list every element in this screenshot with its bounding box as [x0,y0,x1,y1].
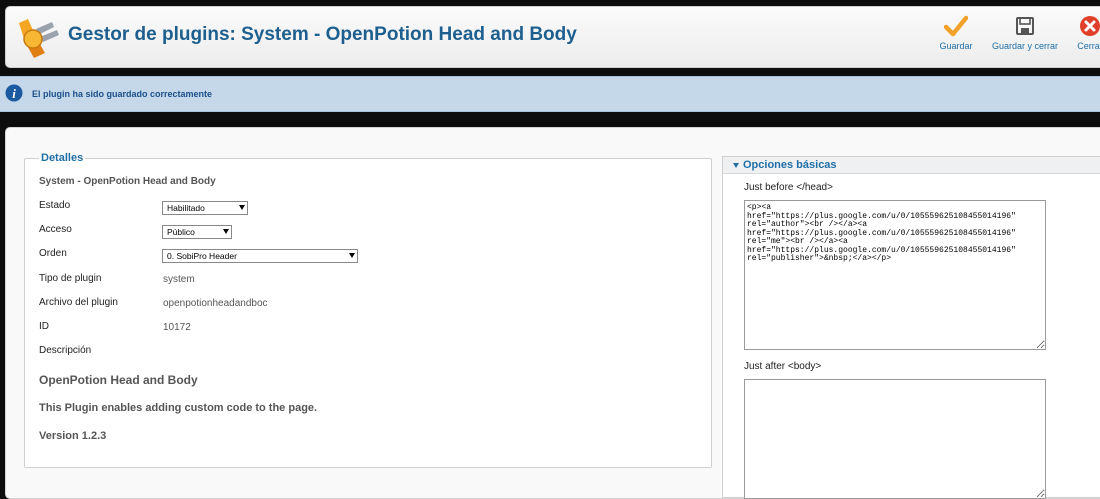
basic-options-toggle[interactable]: Opciones básicas [723,157,1100,174]
estado-select-value: Habilitado [167,203,205,213]
descripcion-label: Descripción [39,345,92,356]
estado-label: Estado [39,200,71,211]
details-panel: Detalles System - OpenPotion Head and Bo… [24,152,712,468]
message-text: El plugin ha sido guardado correctamente [32,89,213,99]
plugin-plug-icon [19,19,59,58]
info-icon: i [5,84,23,102]
main-content: Detalles System - OpenPotion Head and Bo… [5,127,1100,499]
acceso-label: Acceso [39,224,72,235]
estado-select[interactable]: Habilitado [162,201,248,215]
tipo-plugin-value: system [163,274,195,285]
save-button[interactable]: Guardar [934,15,978,51]
svg-text:i: i [12,86,16,101]
tipo-plugin-label: Tipo de plugin [39,273,102,284]
before-head-textarea[interactable]: <p><a href="https://plus.google.com/u/0/… [744,200,1046,350]
checkmark-icon [944,15,968,37]
save-disk-icon [1016,17,1034,35]
basic-options-panel: Opciones básicas Just before </head> <p>… [722,156,1100,499]
plugin-description: This Plugin enables adding custom code t… [39,402,318,414]
page-title: Gestor de plugins: System - OpenPotion H… [68,24,577,45]
close-button[interactable]: Cerrar [1070,15,1100,51]
chevron-down-icon [349,253,355,258]
after-body-textarea[interactable] [744,379,1046,499]
orden-select-value: 0. SobiPro Header [167,251,237,261]
id-label: ID [39,321,49,332]
acceso-select[interactable]: Público [162,225,232,239]
save-and-close-button[interactable]: Guardar y cerrar [986,15,1064,51]
archivo-plugin-value: openpotionheadandboc [163,298,268,309]
save-button-label: Guardar [939,41,973,51]
before-head-label: Just before </head> [744,182,833,193]
details-legend: Detalles [41,152,84,164]
save-and-close-button-label: Guardar y cerrar [991,41,1059,51]
page-header: Gestor de plugins: System - OpenPotion H… [5,6,1100,68]
close-icon [1080,16,1100,36]
system-message: i El plugin ha sido guardado correctamen… [0,76,1100,112]
orden-select[interactable]: 0. SobiPro Header [162,249,358,263]
archivo-plugin-label: Archivo del plugin [39,297,118,308]
acceso-select-value: Público [167,227,195,237]
chevron-down-icon [223,229,229,234]
basic-options-title: Opciones básicas [743,159,837,171]
chevron-down-icon [239,205,245,210]
collapse-triangle-icon [733,163,739,168]
after-body-label: Just after <body> [744,361,822,372]
plugin-version: Version 1.2.3 [39,430,107,442]
close-button-label: Cerrar [1077,41,1100,51]
details-subtitle: System - OpenPotion Head and Body [39,176,216,187]
plugin-name: OpenPotion Head and Body [39,373,198,387]
id-value: 10172 [163,322,191,333]
orden-label: Orden [39,248,67,259]
